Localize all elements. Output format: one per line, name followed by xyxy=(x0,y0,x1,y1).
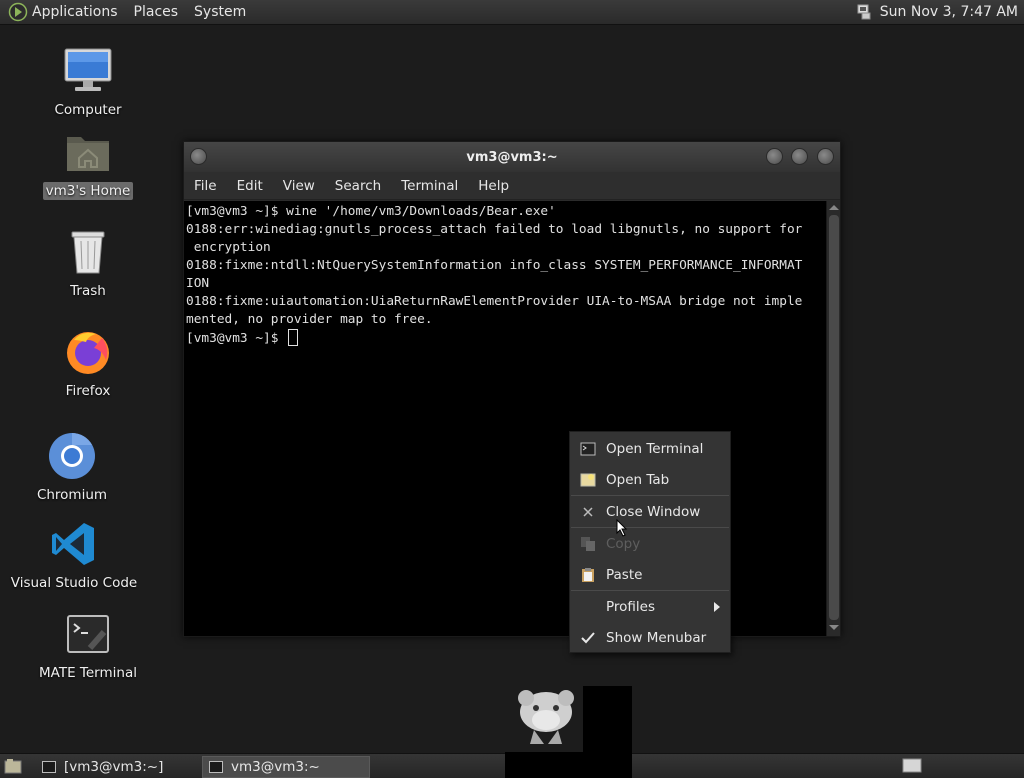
menu-file[interactable]: File xyxy=(184,178,227,194)
show-desktop-icon[interactable] xyxy=(4,758,22,774)
submenu-arrow-icon xyxy=(714,602,720,612)
menu-item-label: Copy xyxy=(606,535,641,552)
desktop-icon-label: Visual Studio Code xyxy=(10,575,138,591)
menu-edit[interactable]: Edit xyxy=(227,178,273,194)
menu-item-open-tab[interactable]: Open Tab xyxy=(570,464,730,495)
menu-item-label: Open Tab xyxy=(606,471,670,488)
terminal-window[interactable]: vm3@vm3:~ File Edit View Search Terminal… xyxy=(183,141,841,637)
desktop-icon-label: Chromium xyxy=(36,487,108,503)
firefox-icon xyxy=(62,326,114,378)
close-button[interactable] xyxy=(817,148,834,165)
menu-item-open-terminal[interactable]: Open Terminal xyxy=(570,433,730,464)
terminal-prompt: [vm3@vm3 ~]$ xyxy=(186,331,287,346)
home-folder-icon xyxy=(62,126,114,178)
terminal-cursor xyxy=(288,329,299,346)
terminal-line: 0188:err:winediag:gnutls_process_attach … xyxy=(186,222,803,237)
checkmark-icon xyxy=(570,631,606,644)
terminal-line: 0188:fixme:ntdll:NtQuerySystemInformatio… xyxy=(186,258,803,273)
desktop-icon-vscode[interactable]: Visual Studio Code xyxy=(11,518,137,592)
desktop-icon-chromium[interactable]: Chromium xyxy=(12,430,132,504)
desktop-icon-home[interactable]: vm3's Home xyxy=(28,126,148,200)
taskbar-item-label: [vm3@vm3:~] xyxy=(64,759,164,775)
taskbar-item[interactable]: [vm3@vm3:~] xyxy=(36,756,196,778)
terminal-line: 0188:fixme:uiautomation:UiaReturnRawElem… xyxy=(186,294,803,309)
chromium-icon xyxy=(46,430,98,482)
copy-icon xyxy=(570,536,606,552)
terminal-prompt-line: [vm3@vm3 ~]$ xyxy=(186,329,824,348)
terminal-scrollbar[interactable] xyxy=(826,201,840,636)
scrollbar-thumb[interactable] xyxy=(829,215,839,620)
menu-item-label: Profiles xyxy=(606,598,656,615)
workspace-switcher-icon[interactable] xyxy=(902,758,922,774)
paste-icon xyxy=(570,567,606,583)
menu-view[interactable]: View xyxy=(273,178,325,194)
clock-area: Sun Nov 3, 7:47 AM xyxy=(856,4,1024,20)
mouse-pointer-icon xyxy=(616,519,628,537)
menu-help[interactable]: Help xyxy=(468,178,519,194)
blank-window-region xyxy=(505,752,632,778)
menu-item-close-window[interactable]: Close Window xyxy=(570,496,730,527)
minimize-button[interactable] xyxy=(766,148,783,165)
maximize-button[interactable] xyxy=(791,148,808,165)
network-icon[interactable] xyxy=(856,4,874,20)
terminal-menubar: File Edit View Search Terminal Help xyxy=(184,172,840,200)
terminal-icon xyxy=(62,608,114,660)
desktop-icon-label: Computer xyxy=(54,102,122,118)
terminal-line: ION xyxy=(186,276,210,291)
taskbar-item-active[interactable]: vm3@vm3:~ xyxy=(202,756,370,778)
terminal-line: mented, no provider map to free. xyxy=(186,312,433,327)
bear-app-icon xyxy=(518,690,574,744)
terminal-icon xyxy=(42,761,56,773)
window-titlebar[interactable]: vm3@vm3:~ xyxy=(184,142,840,172)
desktop-icon-firefox[interactable]: Firefox xyxy=(28,326,148,400)
context-menu: Open Terminal Open Tab Close Window Copy… xyxy=(569,431,731,653)
places-menu[interactable]: Places xyxy=(126,4,187,20)
terminal-line: encryption xyxy=(186,240,271,255)
terminal-line: [vm3@vm3 ~]$ wine '/home/vm3/Downloads/B… xyxy=(186,204,556,219)
computer-icon xyxy=(62,45,114,97)
desktop-icon-computer[interactable]: Computer xyxy=(28,45,148,119)
desktop-icon-label: MATE Terminal xyxy=(39,665,137,681)
desktop-icon-label: Firefox xyxy=(65,383,111,399)
scroll-up-arrow-icon[interactable] xyxy=(829,205,839,210)
menu-item-copy: Copy xyxy=(570,528,730,559)
panel-menu-bar: Applications Places System xyxy=(28,0,254,24)
menu-item-profiles[interactable]: Profiles xyxy=(570,591,730,622)
close-icon xyxy=(570,506,606,518)
terminal-icon xyxy=(209,761,223,773)
scroll-down-arrow-icon[interactable] xyxy=(829,625,839,630)
desktop-icon-label: Trash xyxy=(70,283,106,299)
desktop-icon-label: vm3's Home xyxy=(42,182,134,200)
vscode-icon xyxy=(48,518,100,570)
applications-menu[interactable]: Applications xyxy=(28,4,126,20)
menu-item-label: Show Menubar xyxy=(606,629,707,646)
menu-item-label: Open Terminal xyxy=(606,440,704,457)
menu-search[interactable]: Search xyxy=(325,178,391,194)
mate-logo-icon[interactable] xyxy=(8,2,28,22)
system-menu[interactable]: System xyxy=(186,4,254,20)
desktop-icon-mate-terminal[interactable]: MATE Terminal xyxy=(28,608,148,682)
clock[interactable]: Sun Nov 3, 7:47 AM xyxy=(880,4,1018,20)
taskbar-item-label: vm3@vm3:~ xyxy=(231,759,320,775)
menu-item-show-menubar[interactable]: Show Menubar xyxy=(570,622,730,653)
desktop-icon-trash[interactable]: Trash xyxy=(28,226,148,300)
window-title: vm3@vm3:~ xyxy=(466,149,558,165)
menu-item-paste[interactable]: Paste xyxy=(570,559,730,590)
trash-icon xyxy=(62,226,114,278)
menu-terminal[interactable]: Terminal xyxy=(391,178,468,194)
new-tab-icon xyxy=(570,472,606,488)
menu-item-label: Close Window xyxy=(606,503,701,520)
terminal-icon xyxy=(570,442,606,456)
menu-item-label: Paste xyxy=(606,566,643,583)
top-panel: Applications Places System Sun Nov 3, 7:… xyxy=(0,0,1024,25)
window-menu-icon[interactable] xyxy=(190,148,207,165)
